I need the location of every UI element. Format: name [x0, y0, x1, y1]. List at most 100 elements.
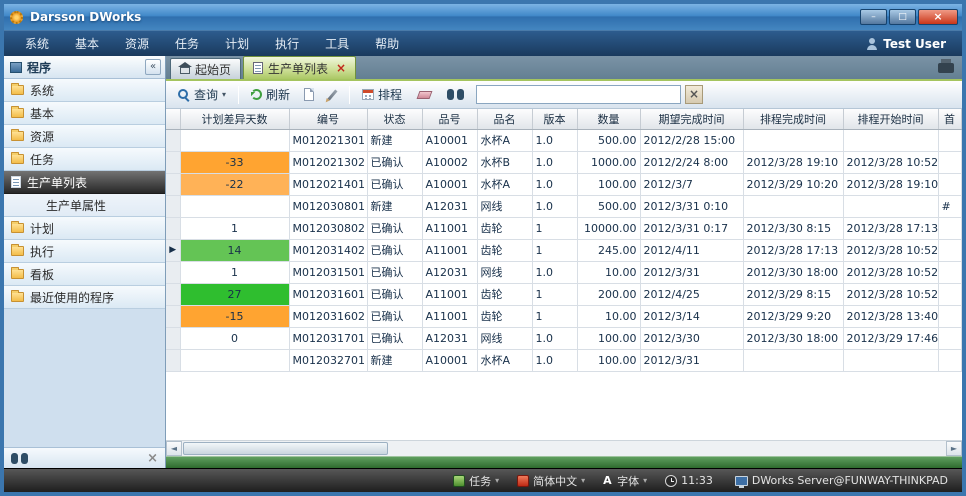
query-button[interactable]: 查询 ▾ [172, 84, 231, 105]
cell-schedule-start-time[interactable] [843, 195, 938, 217]
statusbar-item[interactable]: 任务 ▾ [453, 473, 499, 489]
cell-item-name[interactable]: 齿轮 [477, 305, 532, 327]
cell-schedule-finish-time[interactable]: 2012/3/29 8:15 [743, 283, 843, 305]
menu-item[interactable]: 基本 [62, 31, 112, 57]
cell-schedule-start-time[interactable]: 2012/3/28 17:13 [843, 217, 938, 239]
sidebar-item[interactable]: 最近使用的程序 [4, 286, 165, 309]
cell-order-number[interactable]: M012021302 [289, 151, 367, 173]
cell-quantity[interactable]: 100.00 [577, 327, 640, 349]
menu-item[interactable]: 系统 [12, 31, 62, 57]
menu-item[interactable]: 资源 [112, 31, 162, 57]
grid-column-header[interactable]: 数量 [577, 109, 640, 129]
sidebar-item[interactable]: 资源 [4, 125, 165, 148]
tab-start-page[interactable]: 起始页 [170, 58, 241, 79]
statusbar-item[interactable]: 11:33 [665, 474, 717, 487]
grid-column-header[interactable]: 首 [938, 109, 961, 129]
cell-version[interactable]: 1 [532, 239, 577, 261]
cell-quantity[interactable]: 10.00 [577, 261, 640, 283]
scroll-left-arrow[interactable]: ◄ [166, 441, 182, 456]
statusbar-item[interactable]: 简体中文 ▾ [517, 473, 585, 489]
grid-row[interactable]: -15 M012031602 已确认 A11001 齿轮 1 10.00 201… [166, 305, 961, 327]
cell-item-number[interactable]: A12031 [422, 261, 477, 283]
cell-version[interactable]: 1.0 [532, 327, 577, 349]
sidebar-item[interactable]: 系统 [4, 79, 165, 102]
cell-item-number[interactable]: A10001 [422, 129, 477, 151]
cell-expected-finish-time[interactable]: 2012/3/14 [640, 305, 743, 327]
cell-item-name[interactable]: 齿轮 [477, 217, 532, 239]
cell-item-number[interactable]: A10002 [422, 151, 477, 173]
binoculars-icon[interactable] [11, 453, 28, 464]
cell-schedule-finish-time[interactable]: 2012/3/30 18:00 [743, 327, 843, 349]
edit-button[interactable] [323, 87, 342, 103]
grid-column-header[interactable]: 品号 [422, 109, 477, 129]
grid-column-header[interactable]: 期望完成时间 [640, 109, 743, 129]
cell-item-name[interactable]: 网线 [477, 261, 532, 283]
cell-quantity[interactable]: 100.00 [577, 349, 640, 371]
schedule-button[interactable]: 排程 [357, 84, 407, 105]
cell-schedule-start-time[interactable]: 2012/3/29 17:46 [843, 327, 938, 349]
cell-order-number[interactable]: M012030801 [289, 195, 367, 217]
statusbar-item[interactable]: 字体 ▾ [603, 473, 647, 489]
cell-version[interactable]: 1.0 [532, 151, 577, 173]
cell-quantity[interactable]: 10000.00 [577, 217, 640, 239]
cell-order-number[interactable]: M012031701 [289, 327, 367, 349]
cell-version[interactable]: 1.0 [532, 129, 577, 151]
sidebar-item[interactable]: 计划 [4, 217, 165, 240]
cell-item-name[interactable]: 齿轮 [477, 239, 532, 261]
cell-expected-finish-time[interactable]: 2012/3/30 [640, 327, 743, 349]
cell-status[interactable]: 新建 [367, 349, 422, 371]
sidebar-collapse-button[interactable]: « [145, 59, 161, 75]
cell-item-name[interactable]: 水杯A [477, 349, 532, 371]
cell-order-number[interactable]: M012031602 [289, 305, 367, 327]
close-button[interactable]: × [918, 9, 958, 25]
tab-close-icon[interactable]: × [336, 62, 346, 74]
cell-schedule-start-time[interactable]: 2012/3/28 19:10 [843, 173, 938, 195]
cell-expected-finish-time[interactable]: 2012/4/25 [640, 283, 743, 305]
cell-plan-diff-days[interactable]: 1 [180, 261, 289, 283]
cell-item-name[interactable]: 水杯A [477, 129, 532, 151]
menu-item[interactable]: 任务 [162, 31, 212, 57]
cell-expected-finish-time[interactable]: 2012/3/31 0:17 [640, 217, 743, 239]
cell-plan-diff-days[interactable]: 1 [180, 217, 289, 239]
cell-item-number[interactable]: A11001 [422, 305, 477, 327]
cell-quantity[interactable]: 500.00 [577, 195, 640, 217]
cell-version[interactable]: 1 [532, 305, 577, 327]
grid-column-header[interactable]: 排程完成时间 [743, 109, 843, 129]
cell-item-number[interactable]: A12031 [422, 327, 477, 349]
cell-schedule-finish-time[interactable]: 2012/3/29 10:20 [743, 173, 843, 195]
cell-order-number[interactable]: M012021301 [289, 129, 367, 151]
clear-search-button[interactable]: × [685, 85, 703, 104]
grid-row[interactable]: 1 M012030802 已确认 A11001 齿轮 1 10000.00 20… [166, 217, 961, 239]
cell-schedule-finish-time[interactable] [743, 195, 843, 217]
user-badge[interactable]: Test User [866, 37, 954, 51]
close-icon[interactable]: × [147, 452, 158, 465]
cell-version[interactable]: 1.0 [532, 173, 577, 195]
cell-schedule-finish-time[interactable]: 2012/3/28 17:13 [743, 239, 843, 261]
cell-schedule-finish-time[interactable]: 2012/3/29 9:20 [743, 305, 843, 327]
sidebar-item[interactable]: 生产单列表 [4, 171, 165, 194]
cell-expected-finish-time[interactable]: 2012/3/31 [640, 261, 743, 283]
grid-row[interactable]: M012032701 新建 A10001 水杯A 1.0 100.00 2012… [166, 349, 961, 371]
grid-row[interactable]: -33 M012021302 已确认 A10002 水杯B 1.0 1000.0… [166, 151, 961, 173]
cell-order-number[interactable]: M012032701 [289, 349, 367, 371]
grid-column-header[interactable]: 品名 [477, 109, 532, 129]
cell-version[interactable]: 1 [532, 217, 577, 239]
cell-plan-diff-days[interactable]: -15 [180, 305, 289, 327]
find-button[interactable] [442, 87, 469, 102]
cell-schedule-start-time[interactable]: 2012/3/28 13:40 [843, 305, 938, 327]
cell-version[interactable]: 1.0 [532, 349, 577, 371]
cell-version[interactable]: 1.0 [532, 195, 577, 217]
minimize-button[interactable]: – [860, 9, 887, 25]
cell-order-number[interactable]: M012031402 [289, 239, 367, 261]
cell-item-number[interactable]: A11001 [422, 283, 477, 305]
cell-status[interactable]: 新建 [367, 129, 422, 151]
cell-plan-diff-days[interactable] [180, 129, 289, 151]
cell-status[interactable]: 已确认 [367, 217, 422, 239]
grid-row[interactable]: -22 M012021401 已确认 A10001 水杯A 1.0 100.00… [166, 173, 961, 195]
cell-version[interactable]: 1.0 [532, 261, 577, 283]
cell-expected-finish-time[interactable]: 2012/3/31 0:10 [640, 195, 743, 217]
cell-order-number[interactable]: M012031601 [289, 283, 367, 305]
grid-row[interactable]: ▶ 14 M012031402 已确认 A11001 齿轮 1 245.00 2… [166, 239, 961, 261]
tab-production-order-list[interactable]: 生产单列表 × [243, 56, 356, 79]
cell-status[interactable]: 已确认 [367, 327, 422, 349]
